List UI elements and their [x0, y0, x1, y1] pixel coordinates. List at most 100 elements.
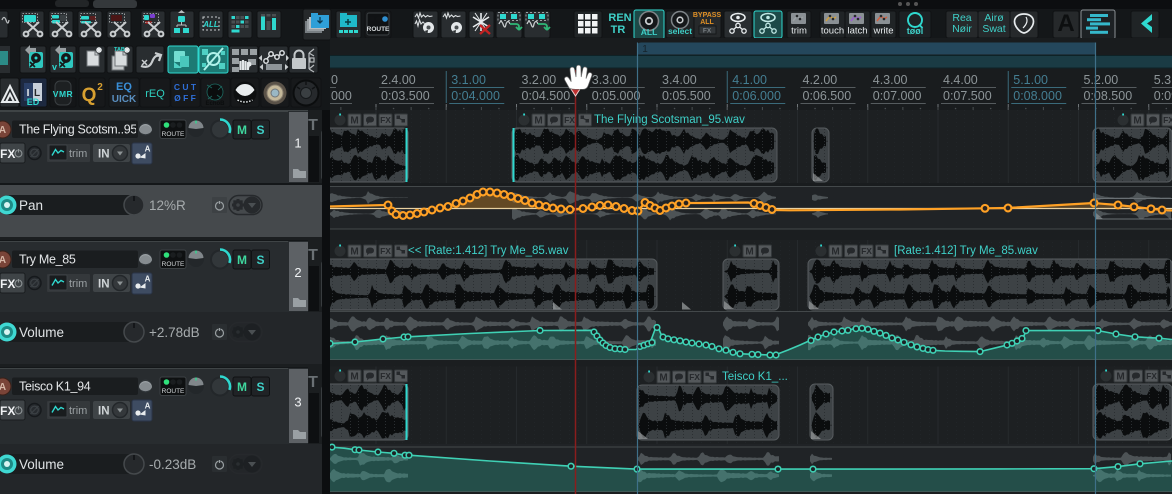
svg-text:The Flying Scotsman_95.wav: The Flying Scotsman_95.wav	[594, 114, 745, 126]
svg-text:M: M	[745, 247, 753, 258]
svg-text:M: M	[350, 372, 358, 383]
svg-text:Nøir: Nøir	[952, 23, 972, 35]
svg-text:4.3.00: 4.3.00	[873, 73, 908, 87]
svg-text:Teisco K1_...: Teisco K1_...	[722, 371, 788, 383]
svg-text:3.4.00: 3.4.00	[662, 73, 697, 87]
svg-text:M: M	[1116, 372, 1124, 383]
svg-text:M: M	[237, 253, 247, 267]
svg-text:S: S	[256, 380, 264, 394]
svg-text:TAB: TAB	[114, 47, 125, 53]
svg-text:FX: FX	[0, 147, 15, 161]
svg-text:0:05.500: 0:05.500	[662, 89, 711, 103]
svg-text:0:05.000: 0:05.000	[592, 89, 641, 103]
svg-text:0:04.500: 0:04.500	[522, 89, 571, 103]
svg-text:select: select	[668, 26, 692, 36]
svg-text:5.1.00: 5.1.00	[1013, 73, 1048, 87]
svg-text:Try Me_85: Try Me_85	[19, 253, 76, 267]
svg-text:4.2.00: 4.2.00	[803, 73, 838, 87]
svg-text:trim: trim	[69, 278, 87, 290]
svg-text:Teisco K1_94: Teisco K1_94	[19, 380, 91, 394]
svg-text:Volume: Volume	[19, 457, 64, 472]
svg-text:EchoB: EchoB	[205, 101, 225, 107]
svg-text:T: T	[308, 117, 318, 134]
svg-text:M: M	[659, 373, 667, 384]
svg-text:ROUTE: ROUTE	[367, 26, 390, 33]
svg-text:v: v	[52, 62, 57, 72]
svg-text:Volume: Volume	[19, 325, 64, 340]
svg-text:ROUTE: ROUTE	[162, 261, 185, 268]
svg-text:2: 2	[294, 265, 301, 280]
svg-text:M: M	[350, 247, 358, 258]
svg-text:M: M	[831, 247, 839, 258]
svg-text:4.1.00: 4.1.00	[732, 73, 767, 87]
svg-text:rEQ: rEQ	[145, 88, 165, 100]
svg-text:IN: IN	[98, 406, 110, 418]
svg-text:0:08.000: 0:08.000	[1013, 89, 1062, 103]
svg-text:FX: FX	[0, 277, 15, 291]
svg-text:tøøl: tøøl	[907, 26, 924, 36]
svg-text:M: M	[237, 380, 247, 394]
svg-text:EQ: EQ	[116, 81, 132, 93]
svg-text:3.2.00: 3.2.00	[522, 73, 557, 87]
svg-text:ROUTE: ROUTE	[162, 131, 185, 138]
svg-text:M: M	[1133, 116, 1141, 127]
svg-text:A: A	[0, 125, 6, 136]
svg-text:The Flying Scotsm..95: The Flying Scotsm..95	[19, 123, 137, 137]
svg-text:M: M	[534, 116, 542, 127]
svg-text:write: write	[872, 26, 893, 37]
svg-text:BYPASS: BYPASS	[693, 12, 722, 19]
svg-text:1: 1	[642, 44, 648, 55]
svg-text:IN: IN	[98, 149, 110, 161]
svg-text:FX: FX	[1163, 115, 1172, 125]
svg-text:0:08.500: 0:08.500	[1084, 89, 1133, 103]
svg-text:A: A	[0, 255, 6, 266]
svg-text:5.3.00: 5.3.00	[1154, 73, 1172, 87]
svg-text:ED: ED	[27, 97, 40, 107]
svg-text:Swat: Swat	[982, 23, 1005, 35]
svg-text:+2.78dB: +2.78dB	[149, 325, 200, 340]
svg-text:T: T	[308, 247, 318, 264]
svg-text:M: M	[350, 116, 358, 127]
svg-text:0:09.000: 0:09.000	[1154, 89, 1172, 103]
svg-text:A: A	[0, 382, 6, 393]
svg-text:C U T: C U T	[174, 82, 197, 92]
svg-text:2: 2	[97, 82, 103, 93]
svg-text:FX: FX	[689, 372, 700, 382]
svg-text:Ø F F: Ø F F	[174, 93, 196, 103]
svg-text:0:07.500: 0:07.500	[943, 89, 992, 103]
svg-text:TR: TR	[611, 24, 626, 36]
svg-text:12%R: 12%R	[149, 198, 186, 213]
svg-text:M: M	[237, 123, 247, 137]
svg-text:FX: FX	[861, 246, 872, 256]
svg-text:0: 0	[331, 73, 338, 87]
svg-text:S: S	[256, 123, 264, 137]
svg-text:IN: IN	[98, 279, 110, 291]
svg-text:FX: FX	[380, 115, 391, 125]
svg-text:3: 3	[294, 395, 301, 410]
svg-text:1: 1	[294, 136, 301, 151]
svg-text:FX: FX	[380, 246, 391, 256]
svg-text:0:06.500: 0:06.500	[803, 89, 852, 103]
svg-text:0:03.500: 0:03.500	[381, 89, 430, 103]
svg-text:3.3.00: 3.3.00	[592, 73, 627, 87]
svg-text:3.1.00: 3.1.00	[451, 73, 486, 87]
svg-text:S: S	[256, 253, 264, 267]
svg-text:[Rate:1.412] Try Me_85.wav: [Rate:1.412] Try Me_85.wav	[894, 245, 1038, 257]
svg-text:latch: latch	[847, 26, 867, 37]
svg-text:<< [Rate:1.412] Try Me_85.wav: << [Rate:1.412] Try Me_85.wav	[408, 245, 569, 257]
svg-text:T: T	[308, 374, 318, 391]
svg-text:touch: touch	[821, 26, 844, 37]
svg-text:4.4.00: 4.4.00	[943, 73, 978, 87]
svg-text:VMR: VMR	[53, 89, 73, 99]
svg-text:0:07.000: 0:07.000	[873, 89, 922, 103]
svg-text:ALL: ALL	[700, 19, 714, 26]
svg-text:FX: FX	[0, 404, 15, 418]
svg-text:ALL: ALL	[641, 27, 658, 37]
svg-text:A: A	[145, 275, 151, 284]
svg-text:Pan: Pan	[19, 198, 43, 213]
svg-text:FX: FX	[1146, 371, 1157, 381]
svg-text:trim: trim	[69, 148, 87, 160]
svg-text:000: 000	[331, 89, 352, 103]
svg-text:0:06.000: 0:06.000	[732, 89, 781, 103]
svg-text:trim: trim	[69, 405, 87, 417]
